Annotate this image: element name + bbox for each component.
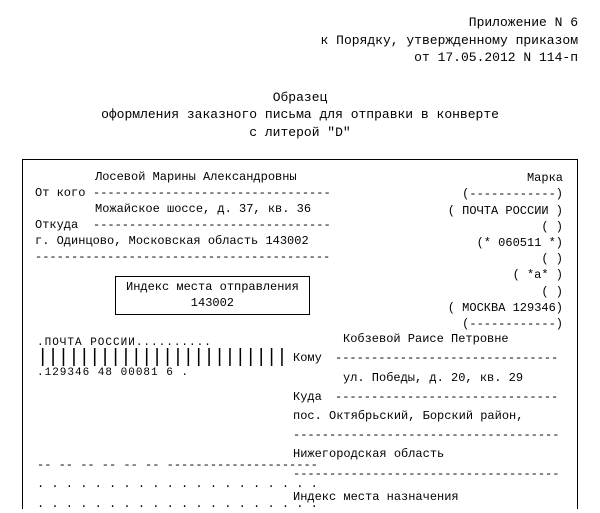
where-from-label: Откуда (35, 218, 93, 232)
title-line1: Образец (22, 89, 578, 107)
sender-addr2: г. Одинцово, Московская область 143002 (35, 234, 309, 248)
dash-line: ------------------------------------- (293, 426, 559, 445)
from-label: От кого (35, 186, 93, 200)
origin-index-label: Индекс места отправления (126, 280, 299, 296)
stamp-a: ( *a* ) (433, 267, 563, 283)
appendix-line3: от 17.05.2012 N 114-п (22, 49, 578, 67)
recipient-name: Кобзевой Раисе Петровне (343, 330, 509, 349)
stamp-empty2: ( ) (433, 251, 563, 267)
sender-name: Лосевой Марины Александровны (95, 170, 297, 184)
sender-addr1: Можайское шоссе, д. 37, кв. 36 (95, 202, 311, 216)
grid-row1: -- -- -- -- -- -- --------------------- (37, 456, 318, 475)
dash-line: ------------------------------- (335, 388, 558, 407)
stamp-label: Марка (433, 170, 563, 186)
dash-line: ------------------------------- (335, 349, 558, 368)
sender-block: Лосевой Марины Александровны От кого ---… (35, 170, 340, 315)
grid-row3: . . . . . . . . . . . . . . . . . . . . (37, 495, 318, 510)
dest-index-label: Индекс места назначения (293, 488, 563, 507)
origin-index-box: Индекс места отправления 143002 (115, 276, 310, 315)
where-to-label: Куда (293, 388, 335, 407)
stamp-moscow: ( МОСКВА 129346) (433, 300, 563, 316)
title-line2: оформления заказного письма для отправки… (22, 106, 578, 124)
document-title: Образец оформления заказного письма для … (22, 89, 578, 142)
envelope-frame: Лосевой Марины Александровны От кого ---… (22, 159, 578, 509)
dash-line: --------------------------------- (93, 186, 331, 200)
title-line3: с литерой "D" (22, 124, 578, 142)
index-grid: -- -- -- -- -- -- --------------------- … (37, 456, 318, 509)
stamp-empty1: ( ) (433, 219, 563, 235)
stamp-date: (* 060511 *) (433, 235, 563, 251)
recipient-block: Кобзевой Раисе Петровне Кому -----------… (293, 330, 563, 509)
to-label: Кому (293, 349, 335, 368)
recipient-addr2: пос. Октябрьский, Борский район, (293, 407, 523, 426)
stamp-block: Марка (------------) ( ПОЧТА РОССИИ ) ( … (433, 170, 563, 332)
stamp-empty3: ( ) (433, 284, 563, 300)
appendix-line2: к Порядку, утвержденному приказом (22, 32, 578, 50)
appendix-header: Приложение N 6 к Порядку, утвержденному … (22, 14, 578, 67)
stamp-dash: (------------) (433, 186, 563, 202)
stamp-post: ( ПОЧТА РОССИИ ) (433, 203, 563, 219)
dash-line: ----------------------------------------… (35, 250, 330, 264)
dash-line: --------------------------------- (93, 218, 331, 232)
appendix-line1: Приложение N 6 (22, 14, 578, 32)
form-page: Приложение N 6 к Порядку, утвержденному … (0, 0, 600, 509)
dash-line: ------------------------------------- (293, 465, 559, 484)
recipient-addr1: ул. Победы, д. 20, кв. 29 (343, 369, 523, 388)
grid-row2: . . . . . . . . . . . . . . . . . . . . (37, 475, 318, 494)
origin-index-value: 143002 (126, 296, 299, 312)
